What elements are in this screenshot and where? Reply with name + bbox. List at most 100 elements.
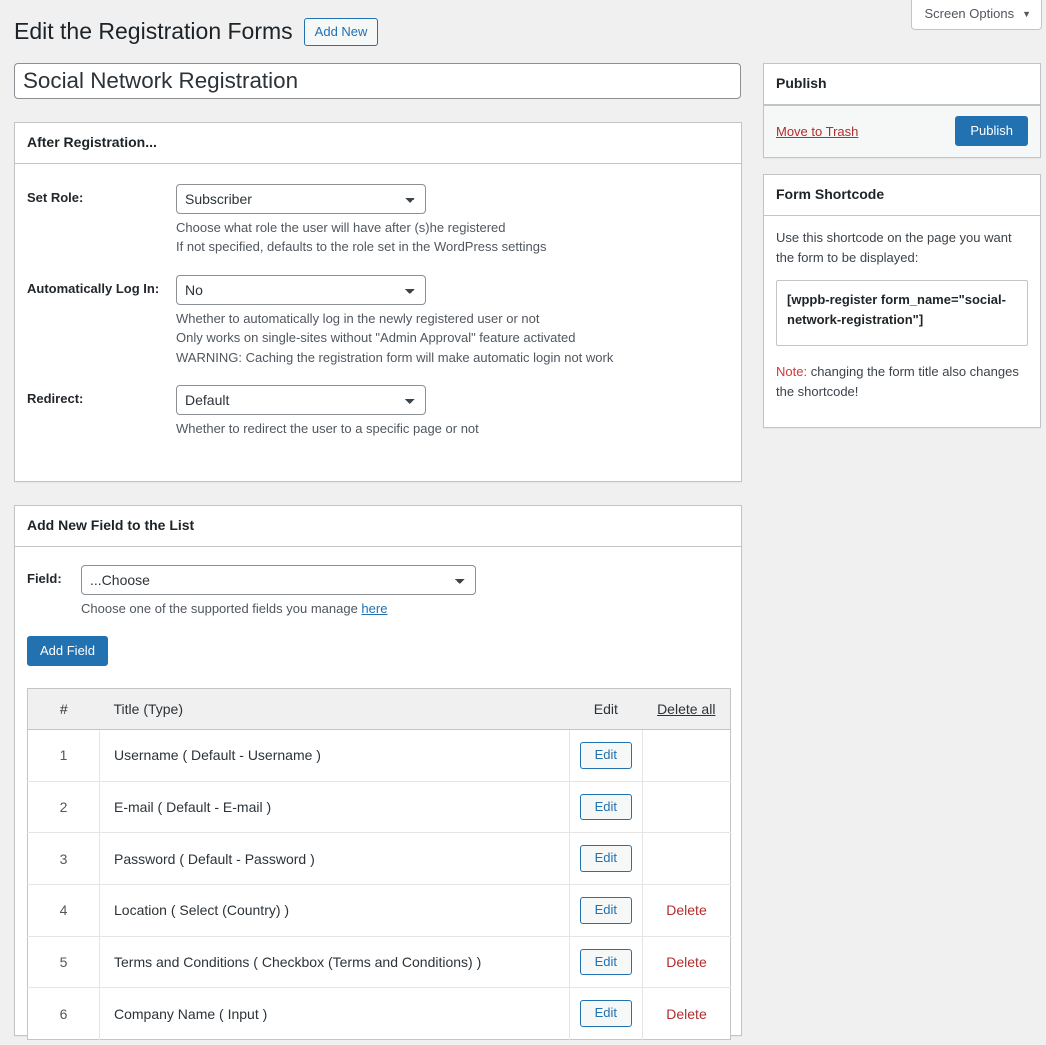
setting-row-auto-login: Automatically Log In: No Whether to auto… <box>27 274 741 368</box>
header-delete-all: Delete all <box>642 688 731 731</box>
delete-link[interactable]: Delete <box>666 902 706 918</box>
edit-button[interactable]: Edit <box>579 793 632 821</box>
edit-button[interactable]: Edit <box>579 1000 632 1028</box>
redirect-select[interactable]: Default <box>176 385 426 416</box>
add-new-field-panel: Add New Field to the List Field: ...Choo… <box>14 505 742 1041</box>
publish-button[interactable]: Publish <box>955 116 1028 147</box>
row-delete-cell: Delete <box>642 987 731 1040</box>
row-edit-cell: Edit <box>569 987 644 1040</box>
row-edit-cell: Edit <box>569 884 644 937</box>
row-edit-cell: Edit <box>569 935 644 988</box>
header-num: # <box>27 688 100 731</box>
table-row: 4 Location ( Select (Country) ) Edit Del… <box>27 884 731 937</box>
row-num: 5 <box>27 935 100 988</box>
setting-row-redirect: Redirect: Default Whether to redirect th… <box>27 385 741 439</box>
field-label: Field: <box>27 570 62 586</box>
delete-link[interactable]: Delete <box>666 954 706 970</box>
field-hint-text: Choose one of the supported fields you m… <box>81 600 362 616</box>
auto-login-hint: Whether to automatically log in the newl… <box>176 309 741 368</box>
shortcode-note: Note: changing the form title also chang… <box>776 362 1028 402</box>
field-hint: Choose one of the supported fields you m… <box>81 599 476 619</box>
set-role-hint: Choose what role the user will have afte… <box>176 218 741 257</box>
form-shortcode-panel: Form Shortcode Use this shortcode on the… <box>763 174 1041 429</box>
fields-table-body: 1 Username ( Default - Username ) Edit 2… <box>27 729 731 1040</box>
delete-link[interactable]: Delete <box>666 1006 706 1022</box>
row-num: 2 <box>27 780 100 833</box>
header-title: Title (Type) <box>99 688 570 731</box>
publish-panel: Publish Move to Trash Publish <box>763 63 1041 158</box>
edit-button[interactable]: Edit <box>579 897 632 924</box>
shortcode-header: Form Shortcode <box>764 175 1040 216</box>
add-new-field-title: Add New Field to the List <box>27 517 195 533</box>
publish-title: Publish <box>776 75 827 91</box>
add-field-button[interactable]: Add Field <box>27 636 108 667</box>
table-row: 5 Terms and Conditions ( Checkbox (Terms… <box>27 935 731 988</box>
move-to-trash-link[interactable]: Move to Trash <box>776 124 858 139</box>
page-header: Edit the Registration Forms Add New <box>14 17 379 47</box>
shortcode-code[interactable]: [wppb-register form_name="social-network… <box>776 279 1028 346</box>
auto-login-select[interactable]: No <box>176 274 426 305</box>
row-title: Password ( Default - Password ) <box>99 832 570 885</box>
screen-options-label: Screen Options <box>924 6 1015 21</box>
add-field-row: Field: ...Choose Choose one of the suppo… <box>15 547 741 619</box>
field-type-select[interactable]: ...Choose <box>81 564 476 595</box>
redirect-hint-line-1: Whether to redirect the user to a specif… <box>176 421 479 437</box>
add-new-field-header: Add New Field to the List <box>15 506 741 547</box>
publish-actions: Move to Trash Publish <box>764 104 1040 157</box>
chevron-down-icon: ▼ <box>1022 9 1031 19</box>
after-registration-settings: Set Role: Subscriber Choose what role th… <box>15 164 741 439</box>
manage-fields-link[interactable]: here <box>361 601 387 616</box>
screen-options-toggle[interactable]: Screen Options ▼ <box>911 0 1042 30</box>
fields-table: # Title (Type) Edit Delete all 1 Usernam… <box>27 688 731 1041</box>
add-field-button-wrap: Add Field <box>15 618 741 667</box>
publish-header: Publish <box>764 64 1040 105</box>
row-title: Location ( Select (Country) ) <box>99 884 570 937</box>
row-delete-cell: Delete <box>642 935 731 988</box>
set-role-hint-line-2: If not specified, defaults to the role s… <box>176 239 547 255</box>
row-delete-cell <box>642 780 731 833</box>
add-new-button[interactable]: Add New <box>303 17 379 46</box>
shortcode-body: Use this shortcode on the page you want … <box>764 216 1040 428</box>
form-title-input[interactable] <box>14 63 741 99</box>
delete-all-link[interactable]: Delete all <box>657 701 715 717</box>
shortcode-note-text: changing the form title also changes the… <box>776 363 1019 400</box>
after-registration-header: After Registration... <box>15 123 741 164</box>
header-edit: Edit <box>569 688 643 731</box>
row-num: 4 <box>27 884 100 937</box>
row-delete-cell <box>642 832 731 885</box>
fields-table-header-row: # Title (Type) Edit Delete all <box>27 688 731 731</box>
row-edit-cell: Edit <box>569 832 644 885</box>
row-num: 3 <box>27 832 100 885</box>
setting-row-set-role: Set Role: Subscriber Choose what role th… <box>27 183 741 257</box>
edit-button[interactable]: Edit <box>579 742 632 769</box>
row-title: Username ( Default - Username ) <box>99 729 570 782</box>
redirect-label: Redirect: <box>27 391 84 407</box>
shortcode-title: Form Shortcode <box>776 186 885 202</box>
row-num: 1 <box>27 729 100 782</box>
row-delete-cell: Delete <box>642 884 731 937</box>
row-delete-cell <box>642 729 731 782</box>
auto-login-hint-line-2: Only works on single-sites without "Admi… <box>176 330 576 346</box>
fields-table-head: # Title (Type) Edit Delete all <box>27 688 731 731</box>
edit-button[interactable]: Edit <box>579 948 632 976</box>
row-title: Terms and Conditions ( Checkbox (Terms a… <box>99 935 570 988</box>
shortcode-note-label: Note: <box>776 363 808 379</box>
table-row: 6 Company Name ( Input ) Edit Delete <box>27 987 731 1040</box>
page-title: Edit the Registration Forms <box>14 18 293 44</box>
shortcode-intro: Use this shortcode on the page you want … <box>776 229 1012 265</box>
row-title: Company Name ( Input ) <box>99 987 570 1040</box>
edit-button[interactable]: Edit <box>579 845 632 873</box>
table-row: 2 E-mail ( Default - E-mail ) Edit <box>27 780 731 833</box>
after-registration-panel: After Registration... Set Role: Subscrib… <box>14 122 742 482</box>
after-registration-title: After Registration... <box>27 134 157 150</box>
set-role-hint-line-1: Choose what role the user will have afte… <box>176 219 506 235</box>
wp-admin-page: Screen Options ▼ Edit the Registration F… <box>0 0 1046 1045</box>
redirect-hint: Whether to redirect the user to a specif… <box>176 419 741 439</box>
set-role-select[interactable]: Subscriber <box>176 183 426 214</box>
row-num: 6 <box>27 987 100 1040</box>
table-row: 1 Username ( Default - Username ) Edit <box>27 729 731 782</box>
row-edit-cell: Edit <box>569 780 644 833</box>
auto-login-hint-line-1: Whether to automatically log in the newl… <box>176 310 540 326</box>
row-edit-cell: Edit <box>569 729 644 782</box>
auto-login-label: Automatically Log In: <box>27 280 160 296</box>
